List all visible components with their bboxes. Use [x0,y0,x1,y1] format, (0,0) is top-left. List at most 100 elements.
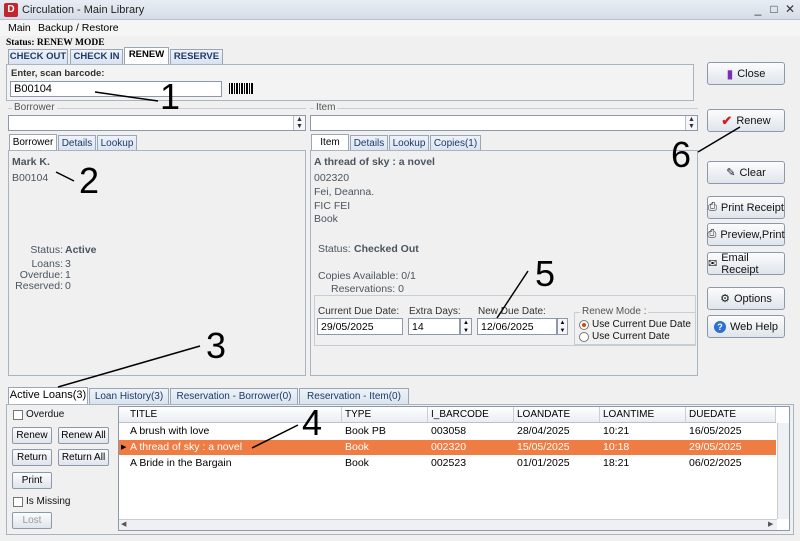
cell-loantime: 18:21 [603,457,630,469]
col-header-loantime[interactable]: LOANTIME [600,407,686,423]
barcode-input[interactable] [10,81,222,97]
item-tab-details[interactable]: Details [350,135,388,151]
new-due-input[interactable] [477,318,557,335]
menu-backup-restore[interactable]: Backup / Restore [38,22,119,34]
item-group-line [310,108,698,109]
radio-current-due-label: Use Current Due Date [592,319,691,330]
reserved-label: Reserved: [15,280,63,292]
cell-barcode: 002523 [431,457,467,469]
col-header-type[interactable]: TYPE [342,407,428,423]
clear-button[interactable]: ✎ Clear [707,161,785,184]
tab-check-out[interactable]: CHECK OUT [8,49,68,64]
scroll-right-icon[interactable]: ▶ [768,520,773,528]
printer-icon: ⎙ [707,228,717,240]
preview-print-button[interactable]: ⎙ Preview,Print [707,223,785,246]
is-missing-checkbox[interactable] [13,497,23,507]
menu-bar [0,20,800,36]
item-call-number: FIC FEI [314,200,351,212]
col-header-barcode[interactable]: I_BARCODE [428,407,514,423]
web-help-button[interactable]: ? Web Help [707,315,785,338]
barcode-icon[interactable] [229,83,253,94]
minimize-button[interactable]: _ [750,2,766,18]
row-pointer-icon: ▶ [121,444,127,451]
overdue-checkbox-label: Overdue [26,409,65,420]
table-row[interactable]: A brush with love Book PB 003058 28/04/2… [119,424,776,439]
cell-barcode: 003058 [431,425,467,437]
return-all-button[interactable]: Return All [58,449,109,466]
callout-5: 5 [535,253,556,294]
current-due-input[interactable] [317,318,403,335]
status-text: Status: RENEW MODE [6,38,105,48]
tab-renew[interactable]: RENEW [124,47,169,65]
borrower-status: Active [65,244,97,256]
return-button[interactable]: Return [12,449,52,466]
new-due-label: New Due Date: [478,306,546,317]
item-tab-copies[interactable]: Copies(1) [430,135,481,151]
cell-type: Book [345,457,369,469]
renew-all-button[interactable]: Renew All [58,427,109,444]
borrower-combo[interactable]: ▲ ▼ [8,115,306,131]
radio-current-date-label: Use Current Date [592,331,670,342]
eraser-icon: ✎ [726,167,736,179]
borrower-name: Mark K. [12,156,50,168]
tab-active-loans[interactable]: Active Loans(3) [8,387,88,404]
item-type: Book [314,213,338,225]
tab-loan-history[interactable]: Loan History(3) [89,388,169,404]
options-button[interactable]: ⚙ Options [707,287,785,310]
extra-days-spinner-icon[interactable]: ▲ ▼ [460,318,472,335]
row-indicator-header [119,407,127,423]
cell-duedate: 16/05/2025 [689,425,742,437]
callout-1: 1 [160,76,181,117]
combo-arrow-icon[interactable]: ▲ ▼ [685,116,697,130]
vertical-scrollbar[interactable] [777,423,789,519]
email-receipt-button[interactable]: ✉ Email Receipt [707,252,785,276]
tab-reservation-borrower[interactable]: Reservation - Borrower(0) [170,388,298,404]
borrower-tab-details[interactable]: Details [58,135,96,151]
borrower-tab-borrower[interactable]: Borrower [9,134,57,151]
col-header-loandate[interactable]: LOANDATE [514,407,600,423]
menu-main[interactable]: Main [8,22,31,34]
callout-4: 4 [302,402,323,443]
borrower-tab-lookup[interactable]: Lookup [97,135,137,151]
tab-reserve[interactable]: RESERVE [170,49,223,64]
extra-days-input[interactable] [408,318,460,335]
col-header-duedate[interactable]: DUEDATE [686,407,776,423]
cell-loandate: 28/04/2025 [517,425,570,437]
item-tab-item[interactable]: Item [311,134,349,151]
email-icon: ✉ [708,258,718,270]
new-due-spinner-icon[interactable]: ▲ ▼ [557,318,568,335]
item-combo[interactable]: ▲ ▼ [310,115,698,131]
renew-button[interactable]: ✔ Renew [707,109,785,132]
item-status: Checked Out [354,243,419,255]
cell-loandate: 01/01/2025 [517,457,570,469]
item-title: A thread of sky : a novel [314,156,435,168]
item-barcode: 002320 [314,172,350,184]
renew-small-button[interactable]: Renew [12,427,52,444]
maximize-button[interactable]: □ [766,2,782,18]
overdue-checkbox[interactable] [13,410,23,420]
help-icon: ? [713,320,726,333]
cell-type: Book [345,441,369,453]
close-window-button[interactable]: ✕ [782,2,798,18]
lost-button[interactable]: Lost [12,512,52,529]
callout-6: 6 [671,134,692,175]
current-due-label: Current Due Date: [318,306,400,317]
print-button[interactable]: Print [12,472,52,489]
horizontal-scrollbar[interactable] [119,519,777,530]
radio-current-due[interactable] [579,320,589,330]
cell-loantime: 10:21 [603,425,630,437]
table-row[interactable]: A Bride in the Bargain Book 002523 01/01… [119,456,776,471]
cell-barcode: 002320 [431,441,467,453]
item-status-label: Status: [318,243,351,255]
tab-check-in[interactable]: CHECK IN [70,49,123,64]
close-button[interactable]: ▮ Close [707,62,785,85]
print-receipt-button[interactable]: ⎙ Print Receipt [707,196,785,219]
callout-2: 2 [79,160,100,201]
table-row-selected[interactable]: ▶ A thread of sky : a novel Book 002320 … [119,440,776,455]
combo-arrow-icon[interactable]: ▲ ▼ [293,116,305,130]
item-tab-lookup[interactable]: Lookup [389,135,429,151]
item-group-title: Item [314,102,338,113]
scroll-left-icon[interactable]: ◀ [121,520,126,528]
renew-mode-label: Renew Mode : [580,306,649,317]
radio-current-date[interactable] [579,332,589,342]
